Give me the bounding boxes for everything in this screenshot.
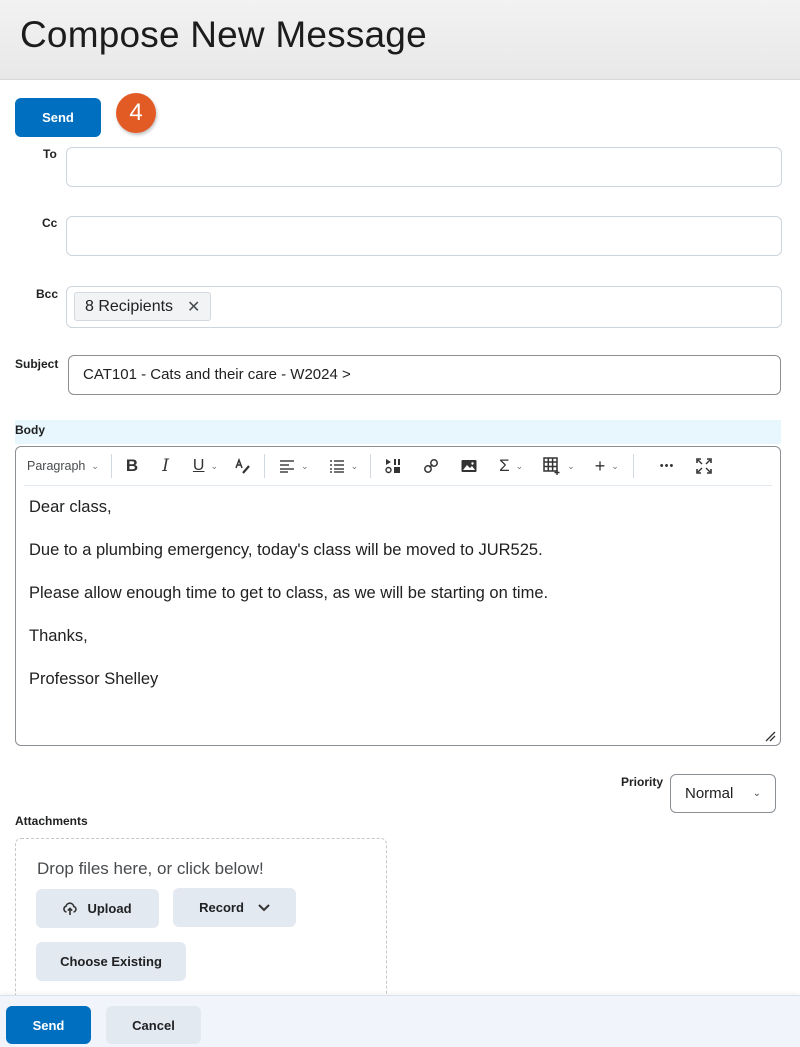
chevron-down-icon — [258, 903, 270, 911]
chevron-down-icon: ⌄ — [210, 460, 219, 471]
upload-cloud-icon — [63, 901, 78, 915]
chevron-down-icon: ⌄ — [611, 460, 619, 471]
format-select[interactable]: Paragraph ⌄ — [24, 452, 99, 480]
footer-action-bar: Send Cancel — [0, 995, 800, 1047]
cc-label: Cc — [42, 216, 58, 230]
body-paragraph: Professor Shelley — [29, 670, 159, 688]
body-editor[interactable]: Paragraph ⌄ B I U ⌄ ⌄ ⌄ Σ ⌄ ⌄ + ⌄ ••• De… — [15, 446, 781, 746]
insert-more-button[interactable]: + ⌄ — [595, 452, 619, 480]
bold-icon: B — [125, 456, 139, 475]
recipients-chip-label: 8 Recipients — [85, 297, 174, 315]
bulleted-list-icon — [329, 460, 344, 473]
bcc-field[interactable]: 8 Recipients ✕ — [66, 286, 782, 328]
body-paragraph: Due to a plumbing emergency, today's cla… — [29, 541, 543, 559]
link-icon — [424, 459, 439, 473]
bcc-label: Bcc — [36, 287, 59, 301]
to-field[interactable] — [66, 147, 782, 187]
insert-image-button[interactable] — [461, 452, 477, 480]
page-header: Compose New Message — [0, 0, 800, 80]
priority-select[interactable]: Normal ⌄ — [670, 774, 776, 813]
toolbar-divider — [110, 454, 112, 478]
chevron-down-icon: ⌄ — [515, 460, 524, 471]
to-label: To — [43, 147, 57, 161]
record-button[interactable]: Record — [173, 888, 296, 927]
body-content[interactable]: Dear class, Due to a plumbing emergency,… — [29, 497, 768, 712]
toolbar-bottom-divider — [24, 485, 772, 486]
record-label: Record — [199, 900, 244, 915]
drop-instructions: Drop files here, or click below! — [37, 859, 264, 878]
align-left-icon — [280, 460, 295, 473]
upload-label: Upload — [87, 901, 132, 916]
step-badge: 4 — [116, 93, 156, 133]
italic-button[interactable]: I — [162, 452, 169, 480]
more-options-button[interactable]: ••• — [660, 452, 675, 480]
priority-value: Normal — [685, 785, 734, 802]
cc-field[interactable] — [66, 216, 782, 256]
chevron-down-icon: ⌄ — [567, 460, 575, 471]
list-button[interactable]: ⌄ — [329, 452, 359, 480]
send-button[interactable]: Send — [6, 1006, 91, 1044]
body-paragraph: Thanks, — [29, 627, 88, 645]
chevron-down-icon: ⌄ — [301, 460, 309, 471]
upload-button[interactable]: Upload — [36, 889, 159, 928]
subject-input[interactable]: CAT101 - Cats and their care - W2024 > — [68, 355, 781, 395]
chevron-down-icon: ⌄ — [91, 460, 99, 471]
toolbar-divider — [370, 454, 372, 478]
format-select-value: Paragraph — [27, 459, 86, 473]
bold-button[interactable]: B — [126, 452, 138, 480]
body-paragraph: Dear class, — [29, 498, 112, 516]
ellipsis-icon: ••• — [659, 460, 675, 472]
image-icon — [461, 460, 477, 472]
body-paragraph: Please allow enough time to get to class… — [29, 584, 549, 602]
chevron-down-icon: ⌄ — [350, 460, 359, 471]
body-label: Body — [15, 423, 45, 437]
priority-label: Priority — [621, 775, 664, 789]
insert-media-button[interactable] — [385, 452, 401, 480]
editor-toolbar: Paragraph ⌄ B I U ⌄ ⌄ ⌄ Σ ⌄ ⌄ + ⌄ ••• — [16, 447, 780, 485]
choose-existing-button[interactable]: Choose Existing — [36, 942, 186, 981]
attachments-dropzone[interactable]: Drop files here, or click below! Upload … — [15, 838, 387, 1008]
align-button[interactable]: ⌄ — [279, 452, 309, 480]
insert-link-button[interactable] — [423, 452, 439, 480]
underline-button[interactable]: U ⌄ — [193, 452, 218, 480]
body-label-bar: Body — [15, 420, 781, 444]
remove-chip-icon[interactable]: ✕ — [187, 297, 200, 317]
underline-icon: U — [192, 457, 205, 474]
fullscreen-button[interactable] — [696, 452, 713, 480]
insert-table-button[interactable]: ⌄ — [543, 452, 575, 480]
text-style-icon — [235, 458, 250, 474]
recipients-chip: 8 Recipients ✕ — [74, 292, 212, 321]
toolbar-divider — [264, 454, 266, 478]
attachments-label: Attachments — [15, 814, 88, 828]
send-button-top[interactable]: Send — [15, 98, 101, 137]
plus-icon: + — [594, 455, 606, 476]
sigma-icon: Σ — [499, 456, 510, 475]
equation-button[interactable]: Σ ⌄ — [499, 452, 523, 480]
table-icon — [543, 457, 560, 475]
italic-icon: I — [162, 456, 169, 476]
cancel-button[interactable]: Cancel — [106, 1006, 201, 1044]
media-icon — [385, 459, 401, 474]
page-title: Compose New Message — [20, 14, 427, 55]
subject-label: Subject — [15, 357, 59, 371]
resize-handle-icon[interactable] — [764, 730, 776, 742]
chevron-down-icon: ⌄ — [752, 788, 761, 799]
fullscreen-icon — [696, 458, 713, 474]
text-style-button[interactable] — [234, 452, 252, 480]
toolbar-divider — [632, 454, 634, 478]
